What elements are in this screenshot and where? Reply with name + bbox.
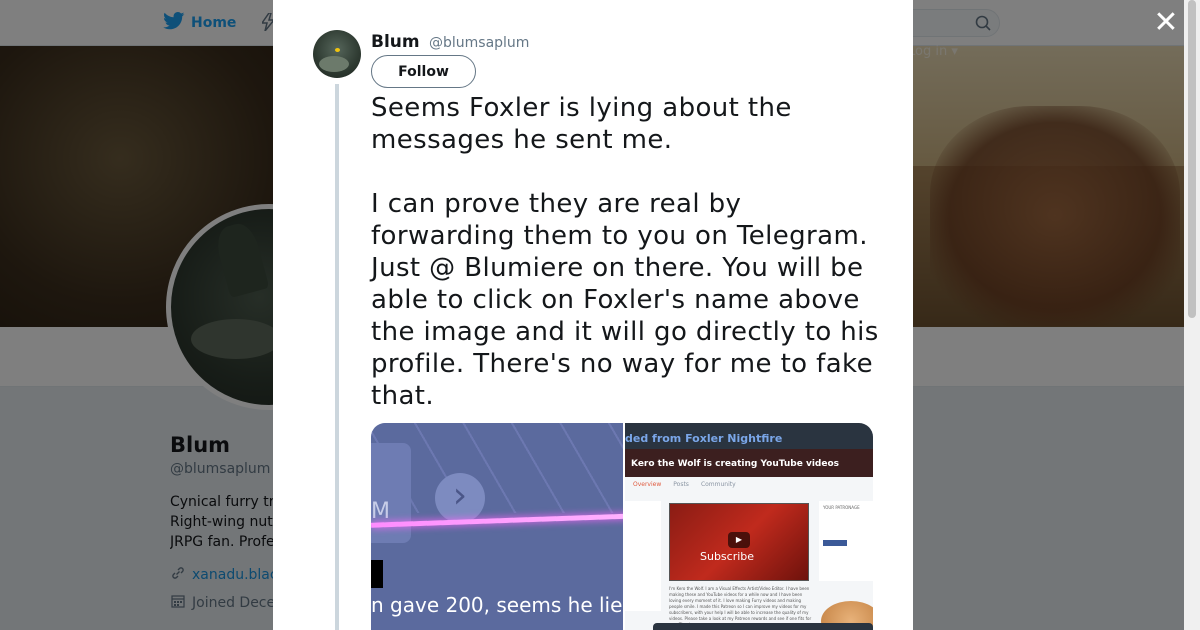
tweet-media[interactable]: › M n gave 200, seems he lied. ded from … bbox=[371, 423, 873, 630]
thread-line bbox=[335, 84, 339, 630]
tweet-author-name[interactable]: Blum bbox=[371, 32, 420, 52]
scrollbar-thumb[interactable] bbox=[1188, 0, 1196, 318]
page-scrollbar[interactable] bbox=[1184, 0, 1200, 630]
close-icon[interactable]: ✕ bbox=[1152, 8, 1180, 38]
tweet-author-handle[interactable]: @blumsaplum bbox=[429, 35, 529, 51]
media-right-video: ▶ Subscribe bbox=[669, 503, 809, 581]
tweet-paragraph: I can prove they are real by forwarding … bbox=[371, 189, 879, 411]
tweet-modal: Blum @blumsaplum Follow Seems Foxler is … bbox=[273, 0, 913, 630]
play-icon: ▶ bbox=[728, 532, 750, 548]
media-right-description: I'm Kero the Wolf. I am a Visual Effects… bbox=[669, 586, 812, 627]
media-left-letter: M bbox=[371, 499, 390, 524]
media-left-caption: n gave 200, seems he lied. bbox=[371, 593, 623, 617]
media-right-header: ded from Foxler Nightfire bbox=[625, 423, 873, 449]
media-image-right[interactable]: ded from Foxler Nightfire Kero the Wolf … bbox=[625, 423, 873, 630]
chevron-right-icon: › bbox=[435, 473, 485, 523]
media-right-video-caption: Subscribe bbox=[700, 550, 755, 563]
media-right-side: YOUR PATRONAGE bbox=[819, 501, 873, 581]
tweet-paragraph: Seems Foxler is lying about the messages… bbox=[371, 93, 792, 155]
tweet-author-avatar[interactable] bbox=[313, 30, 361, 78]
follow-button[interactable]: Follow bbox=[371, 55, 476, 88]
media-right-banner: Kero the Wolf is creating YouTube videos bbox=[625, 449, 873, 477]
media-image-left[interactable]: › M n gave 200, seems he lied. bbox=[371, 423, 623, 630]
tweet-text: Seems Foxler is lying about the messages… bbox=[371, 92, 886, 412]
media-right-tabs: Overview Posts Community bbox=[633, 481, 736, 488]
